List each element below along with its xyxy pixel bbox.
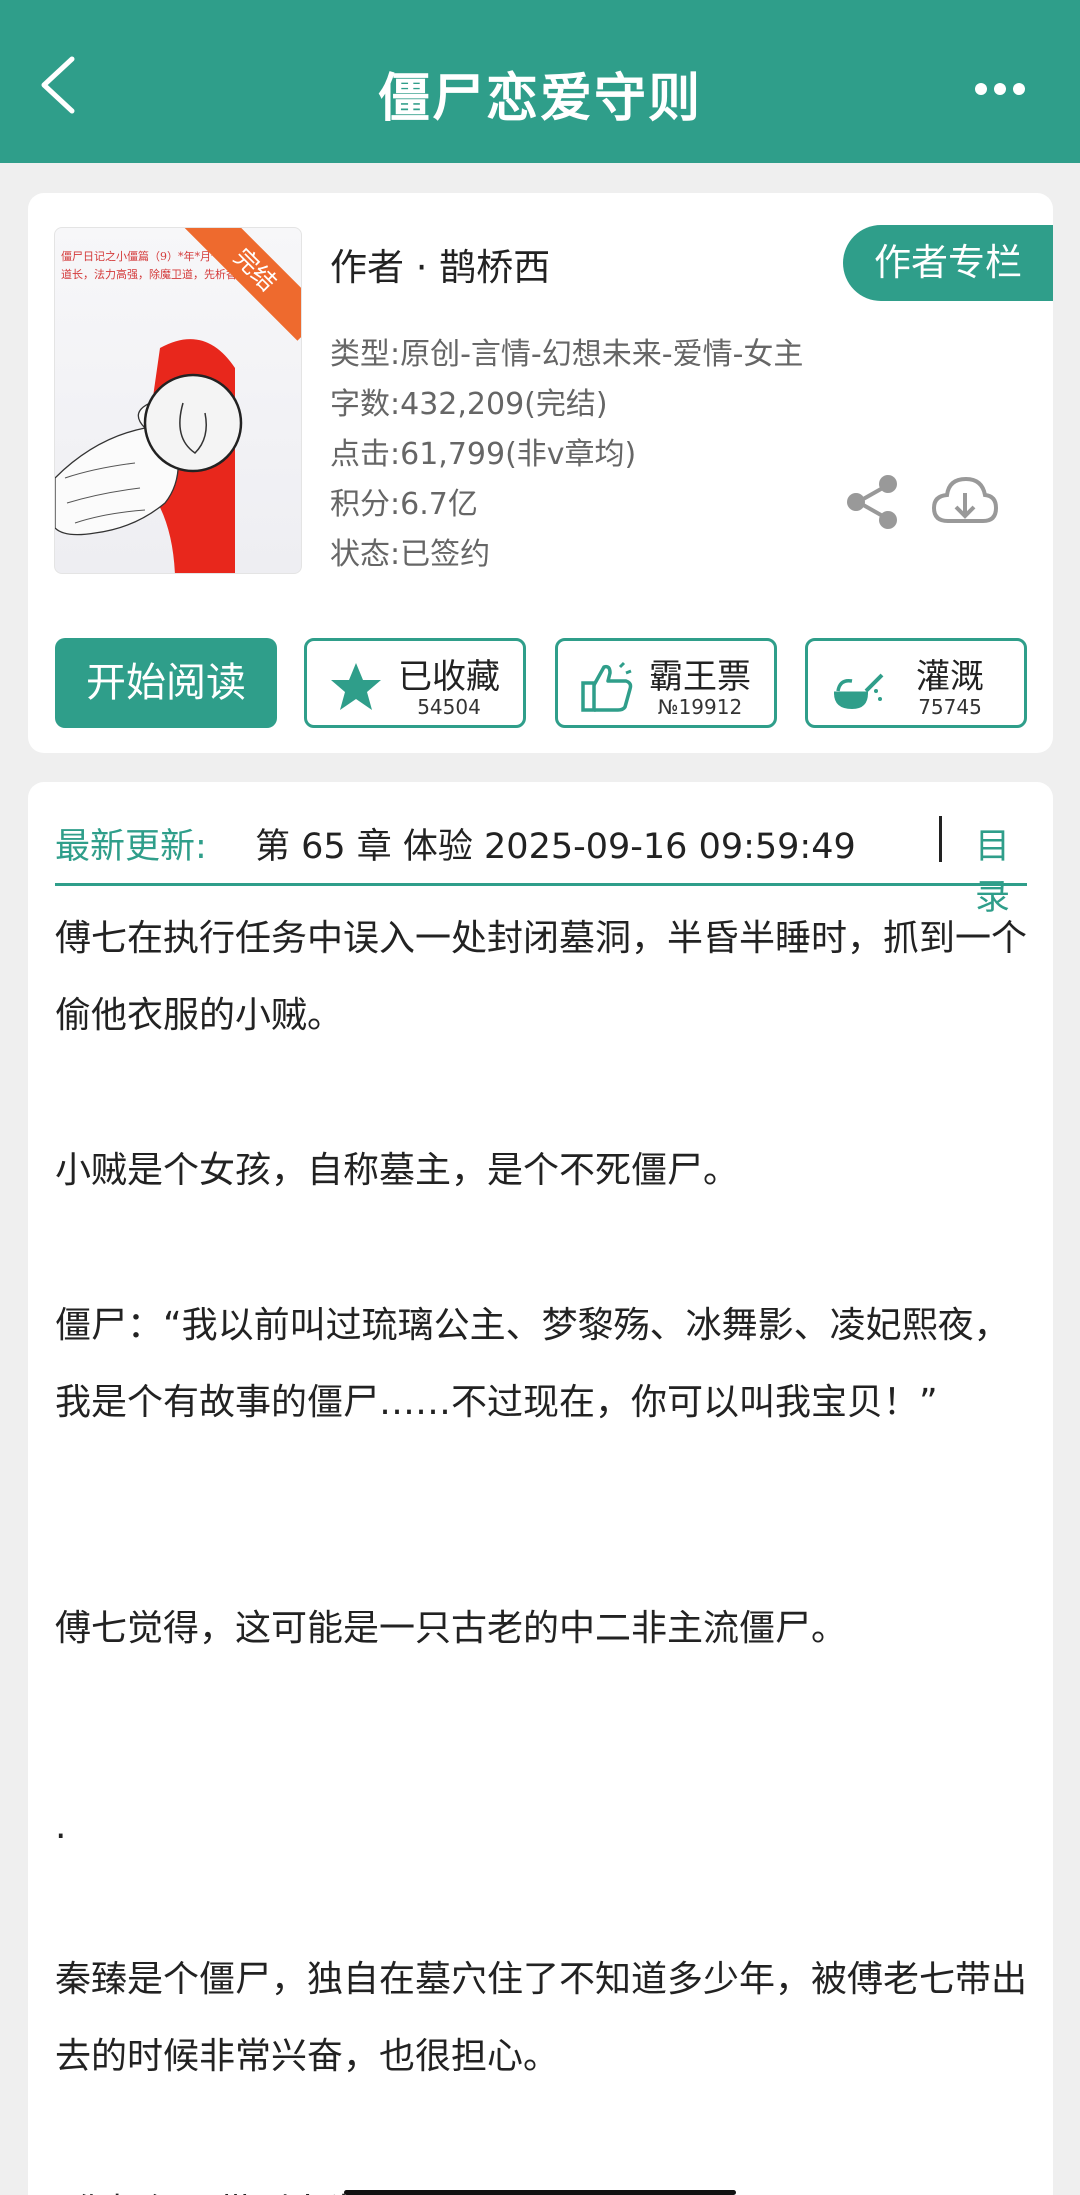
- book-info-card: 僵尸日记之小僵篇（9）*年*月*日 小僵道长，法力高强，除魔卫道，先析香香！ 完…: [28, 193, 1053, 753]
- more-dots-icon[interactable]: [975, 78, 1025, 100]
- share-icon[interactable]: [844, 473, 900, 531]
- synopsis-paragraph: 秦臻是个僵尸，独自在墓穴住了不知道多少年，被傅老七带出去的时候非常兴奋，也很担心…: [55, 1959, 1028, 2077]
- page-title: 僵尸恋爱守则: [377, 69, 702, 129]
- favorite-button[interactable]: 已收藏 54504: [304, 638, 526, 728]
- latest-chapter-info[interactable]: 第 65 章 体验 2025-09-16 09:59:49: [255, 818, 856, 869]
- author-name[interactable]: 作者 · 鹊桥西: [330, 237, 550, 291]
- home-indicator[interactable]: [344, 2190, 736, 2195]
- favorite-count: 54504: [417, 695, 481, 719]
- synopsis-card: 最新更新: 第 65 章 体验 2025-09-16 09:59:49 目录 傅…: [28, 782, 1053, 2195]
- divider: [55, 883, 1027, 886]
- book-points: 积分:6.7亿: [330, 487, 478, 522]
- overlord-ticket-button[interactable]: 霸王票 №19912: [555, 638, 777, 728]
- book-type: 类型:原创-言情-幻想未来-爱情-女主: [330, 337, 804, 372]
- synopsis-paragraph: .: [55, 1806, 67, 1847]
- synopsis-paragraph: 傅七觉得，这可能是一只古老的中二非主流僵尸。: [55, 1608, 848, 1649]
- favorite-label: 已收藏: [398, 657, 500, 697]
- book-clicks: 点击:61,799(非v章均): [330, 437, 637, 472]
- watering-can-icon: [834, 673, 884, 709]
- water-label: 灌溉: [916, 657, 984, 697]
- ticket-count: №19912: [657, 695, 743, 719]
- book-word-count: 字数:432,209(完结): [330, 387, 608, 422]
- latest-update-label: 最新更新:: [55, 827, 207, 867]
- ticket-label: 霸王票: [649, 657, 751, 697]
- book-cover[interactable]: 僵尸日记之小僵篇（9）*年*月*日 小僵道长，法力高强，除魔卫道，先析香香！ 完…: [54, 227, 302, 574]
- water-button[interactable]: 灌溉 75745: [805, 638, 1027, 728]
- synopsis-paragraph: 傅七在执行任务中误入一处封闭墓洞，半昏半睡时，抓到一个偷他衣服的小贼。: [55, 918, 1028, 1036]
- star-icon: [331, 663, 381, 710]
- water-count: 75745: [918, 695, 982, 719]
- latest-update-row[interactable]: 最新更新: 第 65 章 体验 2025-09-16 09:59:49 目录: [55, 810, 1027, 918]
- book-status: 状态:已签约: [330, 537, 491, 572]
- top-navigation-bar: 僵尸恋爱守则: [0, 0, 1080, 163]
- synopsis-paragraph: 小贼是个女孩，自称墓主，是个不死僵尸。: [55, 1150, 740, 1191]
- thumbs-up-icon: [581, 661, 633, 712]
- divider: [939, 816, 942, 862]
- author-column-button[interactable]: 作者专栏: [843, 225, 1053, 301]
- cover-illustration: [55, 339, 243, 573]
- start-reading-button[interactable]: 开始阅读: [55, 638, 277, 728]
- synopsis-paragraph: 僵尸：“我以前叫过琉璃公主、梦黎殇、冰舞影、凌妃熙夜，我是个有故事的僵尸……不过…: [55, 1305, 1010, 1423]
- cloud-download-icon[interactable]: [930, 471, 1000, 533]
